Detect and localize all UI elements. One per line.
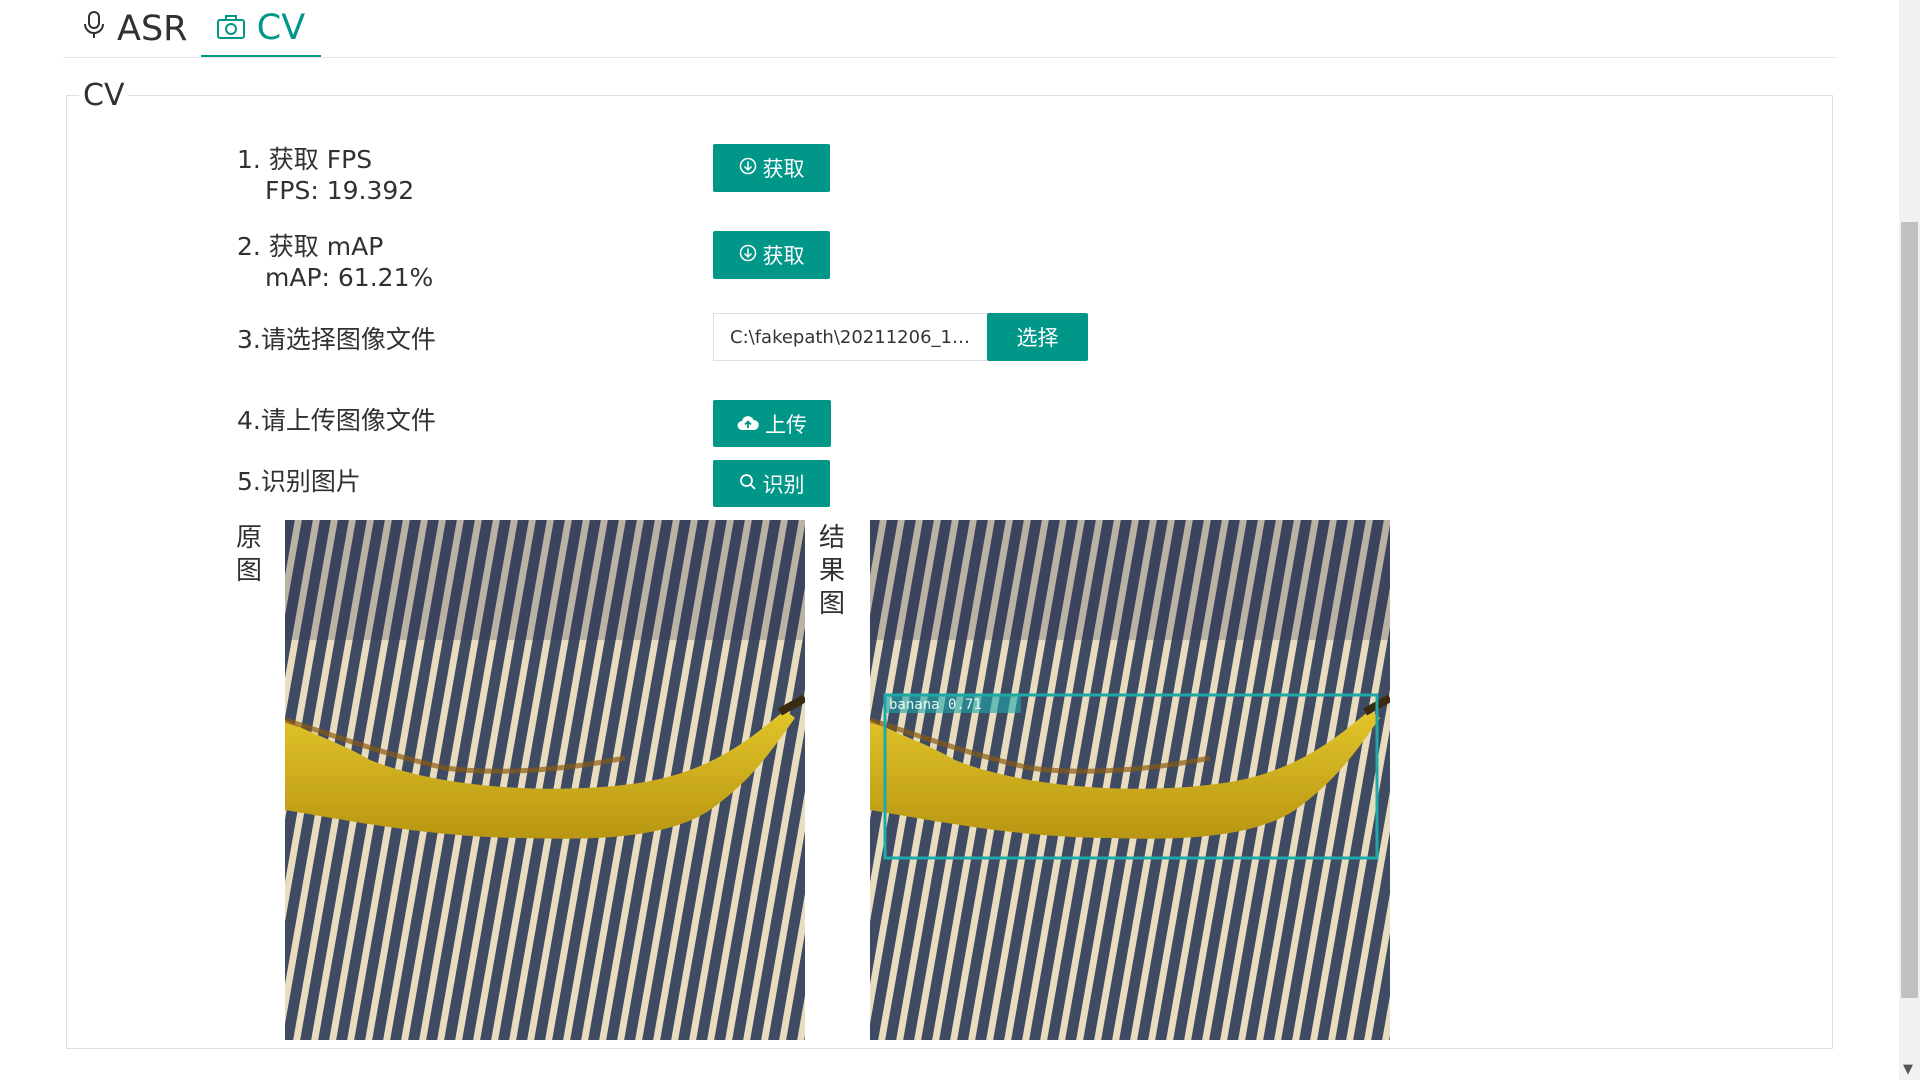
- get-map-button-label: 获取: [762, 244, 805, 268]
- search-icon: [739, 472, 757, 496]
- original-image: [285, 520, 805, 1040]
- original-image-label: 原图: [235, 523, 262, 586]
- download-circle-icon: [739, 243, 757, 267]
- get-fps-button-label: 获取: [762, 157, 805, 181]
- tab-cv[interactable]: CV: [201, 0, 321, 57]
- microphone-icon: [83, 9, 105, 49]
- get-fps-button[interactable]: 获取: [713, 144, 830, 192]
- result-image-label: 结果图: [818, 523, 845, 619]
- step-upload-label: 4.请上传图像文件: [237, 406, 436, 435]
- step-map-label: 2. 获取 mAP: [237, 232, 384, 261]
- result-image: banana 0.71: [870, 520, 1390, 1040]
- tab-asr-label: ASR: [117, 8, 188, 49]
- tab-bar: ASR CV: [63, 0, 1837, 58]
- upload-button[interactable]: 上传: [713, 400, 831, 447]
- cv-panel-legend: CV: [83, 78, 125, 113]
- download-circle-icon: [739, 156, 757, 180]
- upload-button-label: 上传: [765, 412, 807, 437]
- step-select-label: 3.请选择图像文件: [237, 325, 436, 354]
- scroll-down-arrow-icon[interactable]: ▼: [1903, 1062, 1913, 1077]
- recognize-button[interactable]: 识别: [713, 460, 830, 507]
- step-recognize-label: 5.识别图片: [237, 467, 361, 496]
- camera-icon: [216, 8, 245, 48]
- get-map-button[interactable]: 获取: [713, 231, 830, 279]
- tab-cv-label: CV: [256, 7, 306, 48]
- detection-label: banana 0.71: [889, 697, 982, 713]
- tab-asr[interactable]: ASR: [83, 0, 187, 57]
- step-fps-label: 1. 获取 FPS: [237, 145, 373, 174]
- select-file-button-label: 选择: [1016, 326, 1059, 350]
- recognize-button-label: 识别: [762, 472, 805, 497]
- select-file-button[interactable]: 选择: [987, 313, 1088, 361]
- scrollbar-thumb[interactable]: [1901, 222, 1918, 998]
- cloud-upload-icon: [737, 412, 759, 436]
- map-value: mAP: 61.21%: [265, 263, 434, 292]
- file-path-input[interactable]: [713, 313, 987, 361]
- fps-value: FPS: 19.392: [265, 176, 415, 205]
